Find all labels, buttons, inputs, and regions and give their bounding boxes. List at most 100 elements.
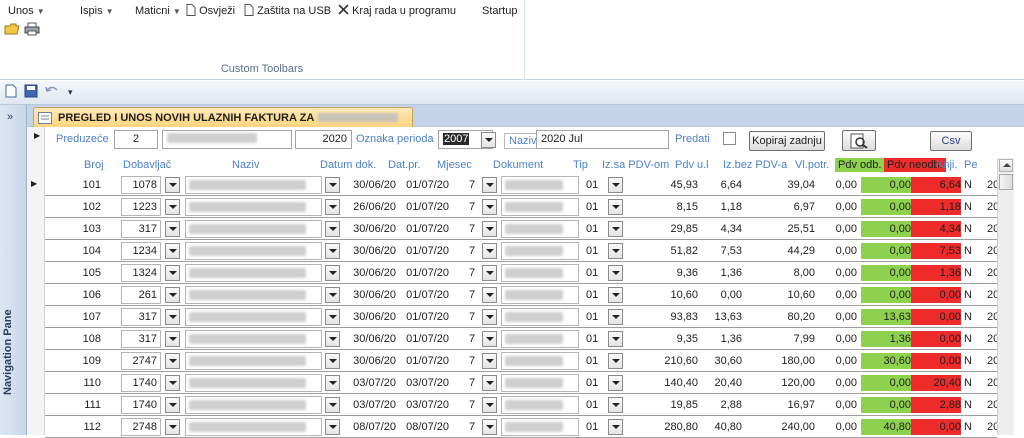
naziv-dropdown[interactable] — [325, 419, 340, 435]
naziv-field[interactable]: 2020 Jul — [536, 130, 669, 149]
pdv-odb-cell[interactable]: 0,00 — [861, 243, 911, 259]
iz-bez-pdv-cell[interactable]: 10,60 — [745, 287, 815, 303]
broj-cell[interactable]: 102 — [75, 199, 101, 215]
naziv-dropdown[interactable] — [325, 331, 340, 347]
pdv-odb-cell[interactable]: 30,60 — [861, 353, 911, 369]
dobavljac-field[interactable]: 1078 — [121, 176, 161, 194]
dobavljac-dropdown[interactable] — [165, 287, 180, 303]
dobavljac-dropdown[interactable] — [165, 375, 180, 391]
pdv-ul-cell[interactable]: 1,18 — [700, 199, 742, 215]
broj-cell[interactable]: 101 — [75, 177, 101, 193]
tip-cell[interactable]: 01 — [586, 419, 606, 435]
dokument-field[interactable] — [501, 220, 579, 238]
dobavljac-field[interactable]: 317 — [121, 330, 161, 348]
dobavljac-field[interactable]: 261 — [121, 286, 161, 304]
mjesec-dropdown[interactable] — [482, 353, 497, 369]
datum-dok-cell[interactable]: 30/06/20 — [342, 331, 396, 347]
mjesec-cell[interactable]: 7 — [469, 309, 479, 325]
vl-potr-cell[interactable]: 0,00 — [817, 419, 857, 435]
mjesec-cell[interactable]: 7 — [469, 287, 479, 303]
vl-potr-cell[interactable]: 0,00 — [817, 221, 857, 237]
tip-dropdown[interactable] — [608, 177, 623, 193]
dokument-field[interactable] — [501, 418, 579, 436]
iz-sa-pdv-cell[interactable]: 8,15 — [628, 199, 698, 215]
mjesec-cell[interactable]: 7 — [469, 375, 479, 391]
tip-cell[interactable]: 01 — [586, 199, 606, 215]
vl-potr-cell[interactable]: 0,00 — [817, 199, 857, 215]
dokument-field[interactable] — [501, 264, 579, 282]
tip-cell[interactable]: 01 — [586, 287, 606, 303]
dobavljac-dropdown[interactable] — [165, 199, 180, 215]
tip-dropdown[interactable] — [608, 221, 623, 237]
iz-bez-pdv-cell[interactable]: 120,00 — [745, 375, 815, 391]
dobavljac-field[interactable]: 1740 — [121, 374, 161, 392]
naziv-dropdown[interactable] — [325, 221, 340, 237]
vl-potr-cell[interactable]: 0,00 — [817, 331, 857, 347]
pdv-neodb-cell[interactable]: 0,00 — [911, 331, 961, 347]
pdv-neodb-cell[interactable]: 0,00 — [911, 309, 961, 325]
iz-sa-pdv-cell[interactable]: 29,85 — [628, 221, 698, 237]
vl-potr-cell[interactable]: 0,00 — [817, 243, 857, 259]
broj-cell[interactable]: 110 — [75, 375, 101, 391]
pdv-ul-cell[interactable]: 0,00 — [700, 287, 742, 303]
pdv-neodb-cell[interactable]: 1,36 — [911, 265, 961, 281]
knji-cell[interactable]: N — [964, 397, 976, 413]
naziv-dropdown[interactable] — [325, 397, 340, 413]
pdv-ul-cell[interactable]: 30,60 — [700, 353, 742, 369]
dokument-field[interactable] — [501, 374, 579, 392]
oznaka-perioda-dropdown[interactable] — [481, 132, 496, 148]
dokument-field[interactable] — [501, 308, 579, 326]
iz-bez-pdv-cell[interactable]: 39,04 — [745, 177, 815, 193]
dobavljac-field[interactable]: 2747 — [121, 352, 161, 370]
table-row[interactable]: ▶ 101 1078 30/06/20 01/07/20 7 01 45,93 6,64 39,0… — [31, 174, 999, 196]
broj-cell[interactable]: 108 — [75, 331, 101, 347]
knji-cell[interactable]: N — [964, 309, 976, 325]
iz-bez-pdv-cell[interactable]: 80,20 — [745, 309, 815, 325]
pdv-ul-cell[interactable]: 6,64 — [700, 177, 742, 193]
mjesec-cell[interactable]: 7 — [469, 199, 479, 215]
pdv-odb-cell[interactable]: 0,00 — [861, 287, 911, 303]
iz-sa-pdv-cell[interactable]: 280,80 — [628, 419, 698, 435]
pdv-neodb-cell[interactable]: 2,88 — [911, 397, 961, 413]
pdv-odb-cell[interactable]: 0,00 — [861, 375, 911, 391]
mjesec-cell[interactable]: 7 — [469, 353, 479, 369]
vl-potr-cell[interactable]: 0,00 — [817, 397, 857, 413]
dat-pr-cell[interactable]: 01/07/20 — [399, 265, 449, 281]
vl-potr-cell[interactable]: 0,00 — [817, 265, 857, 281]
dat-pr-cell[interactable]: 01/07/20 — [399, 309, 449, 325]
datum-dok-cell[interactable]: 30/06/20 — [342, 177, 396, 193]
dobavljac-dropdown[interactable] — [165, 309, 180, 325]
datum-dok-cell[interactable]: 30/06/20 — [342, 243, 396, 259]
dobavljac-field[interactable]: 2748 — [121, 418, 161, 436]
dokument-field[interactable] — [501, 198, 579, 216]
datum-dok-cell[interactable]: 30/06/20 — [342, 309, 396, 325]
naziv-dropdown[interactable] — [325, 177, 340, 193]
tip-cell[interactable]: 01 — [586, 221, 606, 237]
pdv-odb-cell[interactable]: 0,00 — [861, 199, 911, 215]
iz-bez-pdv-cell[interactable]: 6,97 — [745, 199, 815, 215]
tip-cell[interactable]: 01 — [586, 177, 606, 193]
iz-sa-pdv-cell[interactable]: 19,85 — [628, 397, 698, 413]
table-row[interactable]: 109 2747 30/06/20 01/07/20 7 01 210,60 30,60 180… — [45, 350, 999, 372]
mjesec-cell[interactable]: 7 — [469, 265, 479, 281]
broj-cell[interactable]: 105 — [75, 265, 101, 281]
iz-bez-pdv-cell[interactable]: 240,00 — [745, 419, 815, 435]
iz-sa-pdv-cell[interactable]: 10,60 — [628, 287, 698, 303]
naziv-field[interactable] — [185, 220, 322, 238]
dat-pr-cell[interactable]: 01/07/20 — [399, 177, 449, 193]
dobavljac-dropdown[interactable] — [165, 419, 180, 435]
knji-cell[interactable]: N — [964, 375, 976, 391]
naziv-field[interactable] — [185, 374, 322, 392]
mjesec-dropdown[interactable] — [482, 375, 497, 391]
iz-sa-pdv-cell[interactable]: 210,60 — [628, 353, 698, 369]
datum-dok-cell[interactable]: 03/07/20 — [342, 397, 396, 413]
mjesec-dropdown[interactable] — [482, 287, 497, 303]
naziv-field[interactable] — [185, 264, 322, 282]
save-icon[interactable] — [24, 84, 38, 101]
pdv-ul-cell[interactable]: 20,40 — [700, 375, 742, 391]
pdv-neodb-cell[interactable]: 6,64 — [911, 177, 961, 193]
datum-dok-cell[interactable]: 08/07/20 — [342, 419, 396, 435]
pdv-odb-cell[interactable]: 0,00 — [861, 221, 911, 237]
mjesec-cell[interactable]: 7 — [469, 243, 479, 259]
naziv-field[interactable] — [185, 352, 322, 370]
